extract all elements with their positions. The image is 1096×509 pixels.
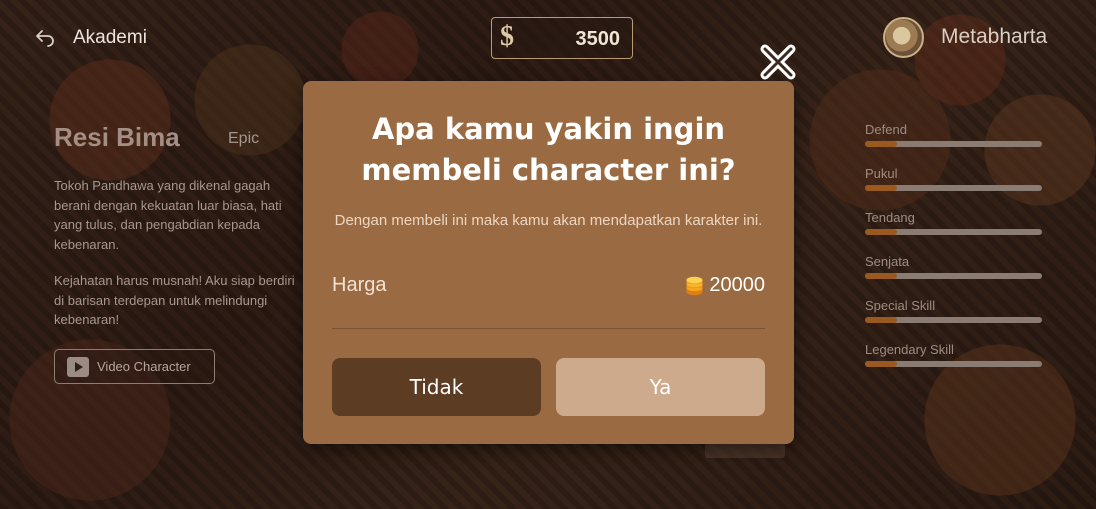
stat-special-skill: Special Skill <box>865 298 1042 323</box>
stat-legendary-skill: Legendary Skill <box>865 342 1042 367</box>
stat-bar <box>865 317 1042 323</box>
stat-label: Defend <box>865 122 907 137</box>
price-display: 20000 <box>686 274 765 297</box>
dollar-icon: $ <box>500 21 514 52</box>
stat-pukul: Pukul <box>865 166 1042 191</box>
character-quote: Kejahatan harus musnah! Aku siap berdiri… <box>54 273 295 327</box>
currency-balance: $ 3500 <box>491 17 633 59</box>
coin-stack-icon <box>686 276 703 296</box>
username: Metabharta <box>941 25 1048 48</box>
dialog-title: Apa kamu yakin ingin membeli character i… <box>361 112 736 187</box>
price-label: Harga <box>332 274 387 296</box>
dialog-subtitle: Dengan membeli ini maka kamu akan mendap… <box>334 212 763 229</box>
stat-fill <box>865 229 897 235</box>
stat-bar <box>865 273 1042 279</box>
stat-fill <box>865 141 897 147</box>
stat-fill <box>865 185 897 191</box>
back-arrow-icon[interactable] <box>34 26 56 48</box>
cancel-button[interactable]: Tidak <box>332 358 541 416</box>
stat-label: Legendary Skill <box>865 342 954 357</box>
purchase-confirm-dialog: Apa kamu yakin ingin membeli character i… <box>303 81 794 444</box>
divider <box>332 328 765 329</box>
stat-label: Special Skill <box>865 298 936 313</box>
play-icon <box>67 356 89 377</box>
stat-fill <box>865 317 897 323</box>
price-value: 20000 <box>709 274 765 296</box>
stat-label: Senjata <box>865 254 910 269</box>
stat-fill <box>865 361 897 367</box>
character-name: Resi Bima <box>54 122 180 152</box>
video-character-button[interactable]: Video Character <box>54 349 215 384</box>
stat-defend: Defend <box>865 122 1042 147</box>
page-title[interactable]: Akademi <box>73 27 147 49</box>
stat-fill <box>865 273 897 279</box>
balance-value: 3500 <box>575 28 621 50</box>
stat-senjata: Senjata <box>865 254 1042 279</box>
stat-tendang: Tendang <box>865 210 1042 235</box>
avatar[interactable] <box>883 17 924 58</box>
stat-bar <box>865 361 1042 367</box>
stat-label: Pukul <box>865 166 898 181</box>
stat-bar <box>865 185 1042 191</box>
stat-bar <box>865 141 1042 147</box>
stat-bar <box>865 229 1042 235</box>
rarity-badge: Epic <box>228 130 260 147</box>
confirm-button[interactable]: Ya <box>556 358 765 416</box>
character-description: Tokoh Pandhawa yang dikenal gagah berani… <box>54 178 282 252</box>
stat-label: Tendang <box>865 210 915 225</box>
close-icon[interactable] <box>759 43 797 81</box>
video-character-label: Video Character <box>97 359 191 374</box>
